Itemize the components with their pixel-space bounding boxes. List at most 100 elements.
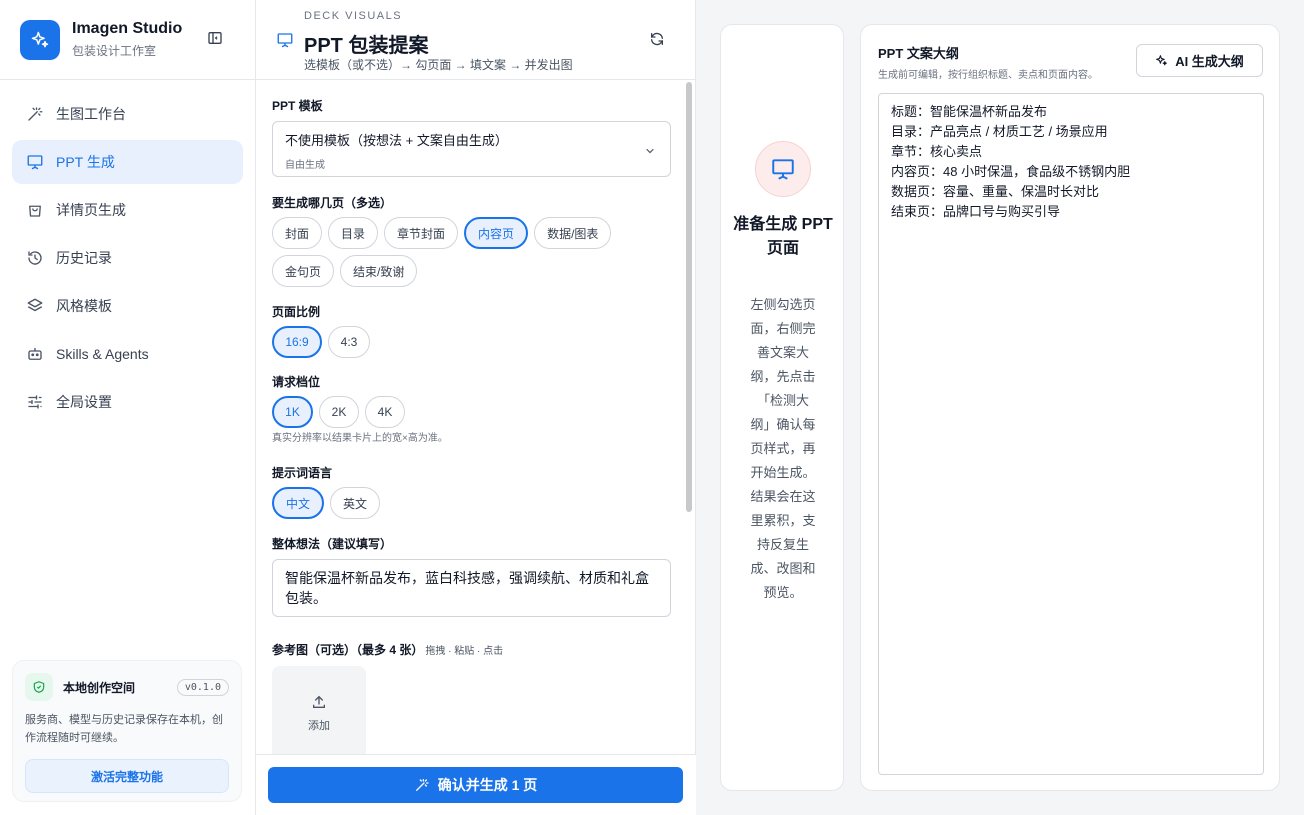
workspace-description: 服务商、模型与历史记录保存在本机，创作流程随时可继续。 <box>25 714 223 744</box>
ratio-chip-4-3[interactable]: 4:3 <box>328 326 370 358</box>
idea-label: 整体想法（建议填写） <box>272 537 393 551</box>
magic-wand-icon <box>26 105 44 123</box>
ratio-chips: 16:9 4:3 <box>272 326 672 364</box>
panel-footer: 确认并生成 1 页 <box>256 754 696 815</box>
confirm-generate-label: 确认并生成 1 页 <box>437 777 538 793</box>
sliders-icon <box>26 393 44 411</box>
nav-label: 全局设置 <box>56 394 112 410</box>
workspace-title: 本地创作空间 <box>63 680 136 695</box>
nav-item-ppt[interactable]: PPT 生成 <box>12 140 243 184</box>
outline-line: 结束页：品牌口号与购买引导 <box>891 204 1061 219</box>
main-nav: 生图工作台 PPT 生成 详情页生成 历史记录 风格模板 Skills & Ag… <box>0 80 255 440</box>
outline-line: 目录：产品亮点 / 材质工艺 / 场景应用 <box>891 124 1108 139</box>
page-subtitle: 选模板（或不选）→ 勾页面 → 填文案 → 并发出图 <box>304 58 573 72</box>
outline-line: 章节：核心卖点 <box>891 144 983 159</box>
nav-label: PPT 生成 <box>56 154 115 170</box>
upload-label: 添加 <box>308 719 330 732</box>
pages-label: 要生成哪几页（多选） <box>272 196 393 210</box>
reference-hint: 拖拽 · 粘贴 · 点击 <box>425 646 504 657</box>
panel-eyebrow: DECK VISUALS <box>304 10 403 22</box>
tier-chip-2k[interactable]: 2K <box>319 396 359 428</box>
ai-generate-label: AI 生成大纲 <box>1175 54 1244 69</box>
nav-item-history[interactable]: 历史记录 <box>12 236 243 280</box>
page-chip-quote[interactable]: 金句页 <box>272 255 335 287</box>
form-body: PPT 模板 不使用模板（按想法 + 文案自由生成） 自由生成 要生成哪几页（多… <box>256 80 696 754</box>
outline-card: PPT 文案大纲 生成前可编辑，按行组织标题、卖点和页面内容。 AI 生成大纲 … <box>860 24 1280 791</box>
presentation-icon <box>755 141 811 197</box>
outline-line: 内容页：48 小时保温，食品级不锈钢内胆 <box>891 164 1131 179</box>
page-chip-ending[interactable]: 结束/致谢 <box>340 255 418 287</box>
page-chip-cover[interactable]: 封面 <box>272 217 323 249</box>
nav-item-workbench[interactable]: 生图工作台 <box>12 92 243 136</box>
sparkle-logo-icon <box>20 19 60 60</box>
outline-line: 标题：智能保温杯新品发布 <box>891 104 1048 119</box>
upload-reference-button[interactable]: 添加 <box>272 666 366 754</box>
nav-item-style-templates[interactable]: 风格模板 <box>12 284 243 328</box>
refresh-icon[interactable] <box>649 31 667 49</box>
version-badge: v0.1.0 <box>176 678 229 696</box>
workspace-card: 本地创作空间 v0.1.0 服务商、模型与历史记录保存在本机，创作流程随时可继续… <box>12 660 242 802</box>
layers-icon <box>26 297 44 315</box>
nav-label: 风格模板 <box>56 298 112 314</box>
robot-icon <box>26 345 44 363</box>
template-select[interactable]: 不使用模板（按想法 + 文案自由生成） 自由生成 <box>272 121 671 177</box>
tier-hint: 真实分辨率以结果卡片上的宽×高为准。 <box>272 433 448 444</box>
tier-chip-4k[interactable]: 4K <box>365 396 405 428</box>
ratio-chip-16-9[interactable]: 16:9 <box>272 326 322 358</box>
nav-item-skills-agents[interactable]: Skills & Agents <box>12 332 243 376</box>
app-title: Imagen Studio <box>72 20 183 37</box>
nav-label: Skills & Agents <box>56 346 149 362</box>
pages-chips: 封面 目录 章节封面 内容页 数据/图表 金句页 结束/致谢 <box>272 217 672 293</box>
page-title: PPT 包装提案 <box>304 35 429 57</box>
page-chip-section[interactable]: 章节封面 <box>384 217 459 249</box>
page-chip-toc[interactable]: 目录 <box>328 217 379 249</box>
app-subtitle: 包装设计工作室 <box>72 44 157 58</box>
panel-header: DECK VISUALS PPT 包装提案 选模板（或不选）→ 勾页面 → 填文… <box>256 0 695 80</box>
sparkle-icon <box>1155 54 1168 67</box>
template-label: PPT 模板 <box>272 99 323 113</box>
lang-chip-zh[interactable]: 中文 <box>272 487 325 519</box>
ppt-config-panel: DECK VISUALS PPT 包装提案 选模板（或不选）→ 勾页面 → 填文… <box>256 0 696 815</box>
panel-scrollbar[interactable] <box>686 82 692 512</box>
page-chip-data[interactable]: 数据/图表 <box>534 217 612 249</box>
reference-label-text: 参考图（可选）（最多 4 张） <box>272 643 424 657</box>
tier-chip-1k[interactable]: 1K <box>272 396 313 428</box>
presentation-icon <box>26 153 44 171</box>
brand-header: Imagen Studio 包装设计工作室 <box>0 0 255 80</box>
outline-subtitle: 生成前可编辑，按行组织标题、卖点和页面内容。 <box>878 70 1098 81</box>
chevron-down-icon <box>644 144 656 156</box>
prepare-description: 左侧勾选页面，右侧完善文案大纲，先点击「检测大纲」确认每页样式，再开始生成。结果… <box>750 297 816 600</box>
prepare-card: 准备生成 PPT 页面 左侧勾选页面，右侧完善文案大纲，先点击「检测大纲」确认每… <box>720 24 844 791</box>
page-chip-content[interactable]: 内容页 <box>464 217 529 249</box>
tier-label: 请求档位 <box>272 375 321 389</box>
idea-textarea[interactable]: 智能保温杯新品发布，蓝白科技感，强调续航、材质和礼盒包装。 <box>272 559 671 617</box>
ai-generate-outline-button[interactable]: AI 生成大纲 <box>1136 44 1263 77</box>
shield-check-icon <box>25 673 53 701</box>
nav-label: 历史记录 <box>56 250 112 266</box>
lang-label: 提示词语言 <box>272 466 333 480</box>
nav-label: 生图工作台 <box>56 106 126 122</box>
lang-chips: 中文 英文 <box>272 487 672 525</box>
template-value: 不使用模板（按想法 + 文案自由生成） <box>285 133 508 148</box>
nav-label: 详情页生成 <box>56 202 126 218</box>
outline-line: 数据页：容量、重量、保温时长对比 <box>891 184 1100 199</box>
confirm-generate-button[interactable]: 确认并生成 1 页 <box>268 767 683 803</box>
lang-chip-en[interactable]: 英文 <box>330 487 381 519</box>
preview-area: 准备生成 PPT 页面 左侧勾选页面，右侧完善文案大纲，先点击「检测大纲」确认每… <box>696 0 1304 815</box>
template-sub: 自由生成 <box>285 160 325 171</box>
prepare-title: 准备生成 PPT 页面 <box>733 216 833 257</box>
activate-full-button[interactable]: 激活完整功能 <box>25 759 229 793</box>
magic-wand-icon <box>414 777 430 793</box>
nav-item-global-settings[interactable]: 全局设置 <box>12 380 243 424</box>
upload-icon <box>311 694 327 713</box>
reference-label: 参考图（可选）（最多 4 张） 拖拽 · 粘贴 · 点击 <box>272 641 672 658</box>
ratio-label: 页面比例 <box>272 305 321 319</box>
presentation-icon <box>276 31 294 49</box>
outline-textarea[interactable]: 标题：智能保温杯新品发布 目录：产品亮点 / 材质工艺 / 场景应用 章节：核心… <box>878 93 1264 775</box>
nav-item-detail-page[interactable]: 详情页生成 <box>12 188 243 232</box>
sidebar: Imagen Studio 包装设计工作室 生图工作台 PPT 生成 详情页生成… <box>0 0 256 815</box>
outline-title: PPT 文案大纲 <box>878 46 959 61</box>
history-icon <box>26 249 44 267</box>
collapse-sidebar-icon[interactable] <box>207 30 225 48</box>
shopping-bag-icon <box>26 201 44 219</box>
